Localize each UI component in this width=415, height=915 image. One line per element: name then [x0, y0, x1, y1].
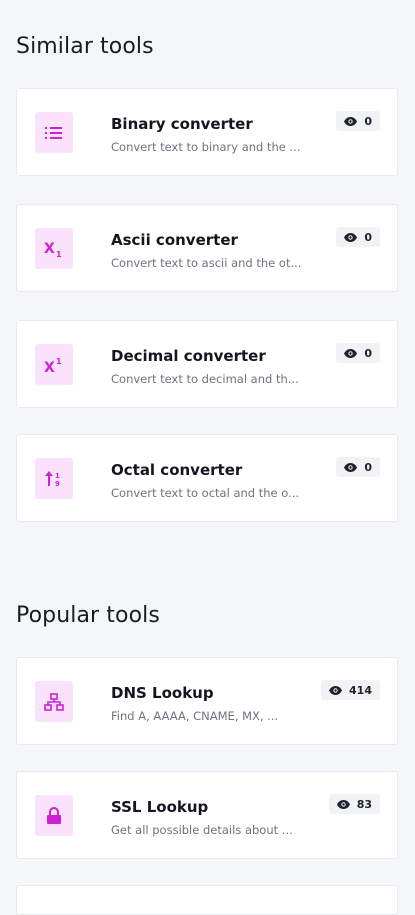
views-badge: 83 [328, 794, 380, 814]
views-count: 414 [349, 683, 372, 697]
similar-tools-heading: Similar tools [16, 34, 154, 59]
eye-icon [344, 462, 358, 472]
sort-numeric-icon: 1 9 [45, 470, 60, 487]
tool-title: Decimal converter [111, 347, 266, 365]
tool-title: SSL Lookup [111, 798, 209, 816]
tool-title: DNS Lookup [111, 684, 214, 702]
views-count: 83 [356, 797, 372, 811]
tool-description: Convert text to ascii and the ot... [111, 256, 302, 270]
svg-text:9: 9 [55, 480, 60, 487]
tool-card-binary-converter[interactable]: Binary converter Convert text to binary … [16, 88, 398, 176]
network-icon [44, 692, 64, 711]
eye-icon [344, 232, 358, 242]
tool-description: Find A, AAAA, CNAME, MX, ... [111, 709, 279, 723]
svg-text:1: 1 [56, 250, 62, 257]
tool-icon-box [35, 112, 73, 153]
views-badge: 0 [336, 227, 380, 247]
subscript-icon: X 1 [44, 241, 62, 257]
svg-text:1: 1 [56, 357, 62, 366]
eye-icon [344, 348, 358, 358]
tool-description: Convert text to octal and the o... [111, 486, 300, 500]
eye-icon [329, 685, 343, 695]
eye-icon [336, 799, 350, 809]
tool-card-ascii-converter[interactable]: X 1 Ascii converter Convert text to asci… [16, 204, 398, 292]
superscript-icon: X 1 [44, 357, 62, 373]
views-count: 0 [364, 114, 372, 128]
tool-icon-box: 1 9 [35, 458, 73, 499]
svg-text:X: X [44, 360, 55, 373]
page: Similar tools Binary converter Convert t… [0, 0, 415, 915]
tool-description: Convert text to decimal and th... [111, 372, 299, 386]
list-icon [45, 126, 62, 139]
tool-card-octal-converter[interactable]: 1 9 Octal converter Convert text to octa… [16, 434, 398, 522]
views-count: 0 [364, 460, 372, 474]
views-badge: 0 [336, 111, 380, 131]
tool-title: Ascii converter [111, 231, 238, 249]
svg-text:X: X [44, 241, 55, 257]
views-badge: 0 [336, 343, 380, 363]
tool-icon-box [35, 795, 73, 836]
tool-icon-box: X 1 [35, 228, 73, 269]
tool-description: Convert text to binary and the ... [111, 140, 301, 154]
eye-icon [344, 116, 358, 126]
views-badge: 0 [336, 457, 380, 477]
tool-card-ssl-lookup[interactable]: SSL Lookup Get all possible details abou… [16, 771, 398, 859]
views-badge: 414 [321, 680, 380, 700]
tool-card-dns-lookup[interactable]: DNS Lookup Find A, AAAA, CNAME, MX, ... … [16, 657, 398, 745]
views-count: 0 [364, 230, 372, 244]
lock-icon [47, 806, 61, 824]
tool-title: Octal converter [111, 461, 243, 479]
tool-icon-box: X 1 [35, 344, 73, 385]
svg-text:1: 1 [55, 472, 60, 480]
tool-card-partial[interactable] [16, 885, 398, 915]
views-count: 0 [364, 346, 372, 360]
tool-icon-box [35, 681, 73, 722]
tool-title: Binary converter [111, 115, 253, 133]
popular-tools-heading: Popular tools [16, 603, 160, 628]
tool-card-decimal-converter[interactable]: X 1 Decimal converter Convert text to de… [16, 320, 398, 408]
tool-description: Get all possible details about ... [111, 823, 293, 837]
